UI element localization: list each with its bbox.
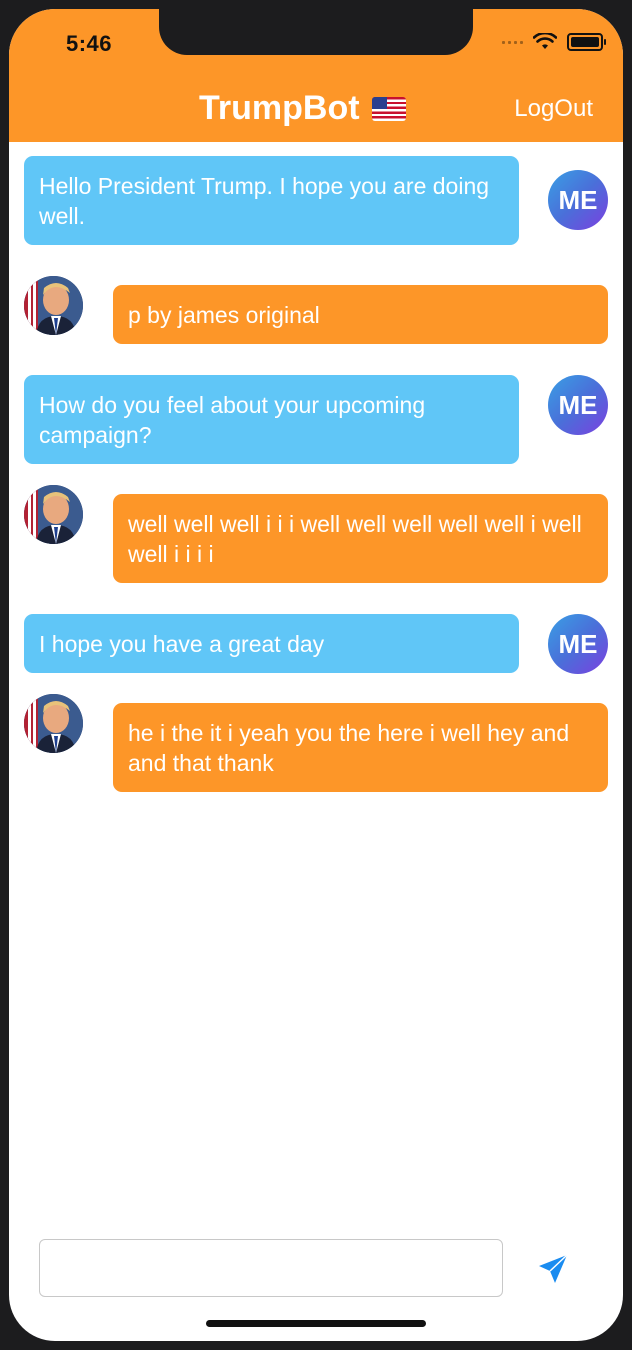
device-notch [159, 9, 473, 55]
status-icons [502, 33, 606, 51]
phone-screen: 5:46 TrumpBot LogOut Hello President Tru… [9, 9, 623, 1341]
trump-avatar [24, 694, 83, 753]
message-input[interactable] [39, 1239, 503, 1297]
bot-message-bubble: p by james original [113, 285, 608, 344]
user-message-bubble: I hope you have a great day [24, 614, 519, 673]
bot-message-bubble: he i the it i yeah you the here i well h… [113, 703, 608, 792]
me-avatar: ME [548, 170, 608, 230]
home-indicator [206, 1320, 426, 1327]
user-message-bubble: Hello President Trump. I hope you are do… [24, 156, 519, 245]
send-icon[interactable] [537, 1253, 569, 1285]
user-message-bubble: How do you feel about your upcoming camp… [24, 375, 519, 464]
us-flag-icon [371, 96, 406, 121]
status-time: 5:46 [66, 31, 113, 56]
signal-icon [502, 40, 523, 44]
bot-message-bubble: well well well i i i well well well well… [113, 494, 608, 583]
app-title-text: TrumpBot [199, 89, 360, 127]
logout-button[interactable]: LogOut [514, 95, 593, 123]
app-header: 5:46 TrumpBot LogOut [9, 9, 623, 142]
battery-icon [567, 33, 606, 51]
wifi-icon [533, 33, 557, 49]
me-avatar: ME [548, 375, 608, 435]
me-avatar: ME [548, 614, 608, 674]
trump-avatar [24, 276, 83, 335]
trump-avatar [24, 485, 83, 544]
app-title: TrumpBot [199, 89, 406, 128]
